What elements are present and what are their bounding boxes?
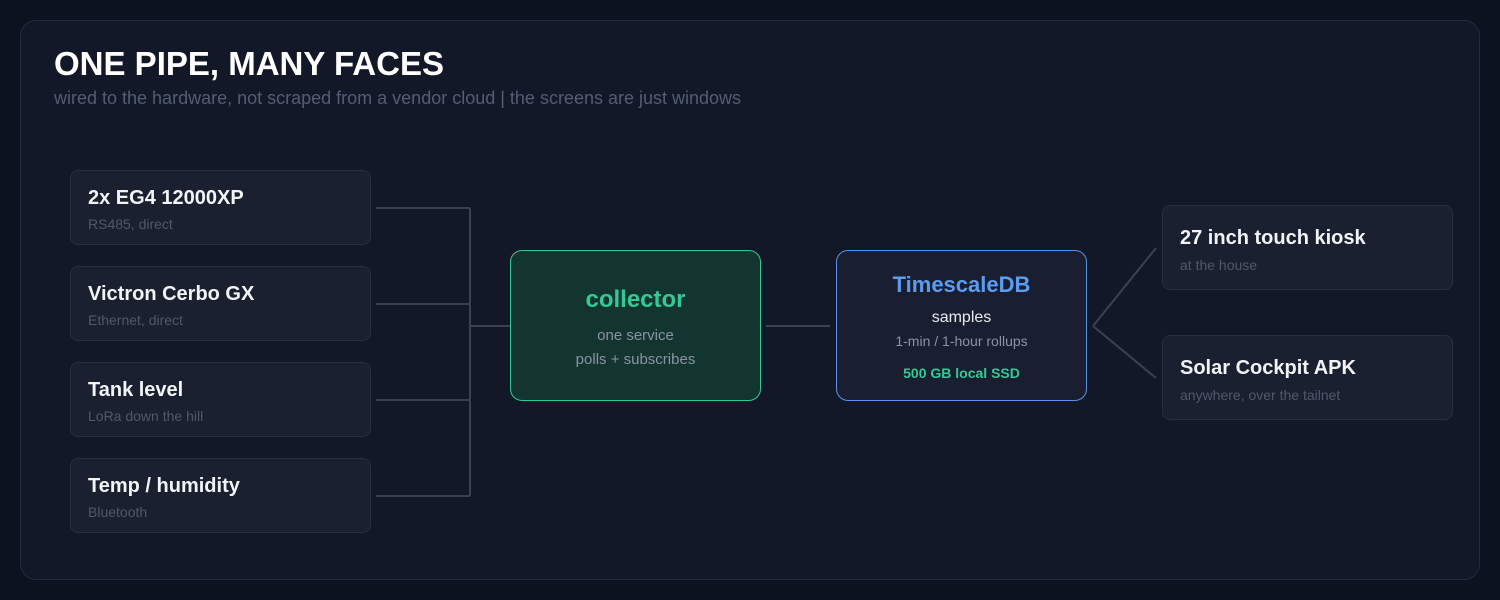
connector-db-to-kiosk (1092, 247, 1157, 327)
source-card-tank: Tank level LoRa down the hill (70, 362, 371, 437)
database-line-2: 1-min / 1-hour rollups (895, 333, 1028, 349)
source-title: Temp / humidity (88, 475, 240, 497)
connector-db-to-apk (1092, 325, 1157, 379)
source-title: Tank level (88, 379, 184, 401)
source-subtitle: LoRa down the hill (88, 408, 204, 424)
output-subtitle: anywhere, over the tailnet (1180, 387, 1341, 403)
collector-line-2: polls + subscribes (575, 351, 696, 368)
source-title: 2x EG4 12000XP (88, 187, 244, 209)
source-card-eg4: 2x EG4 12000XP RS485, direct (70, 170, 371, 245)
database-title: TimescaleDB (892, 272, 1031, 297)
source-title: Victron Cerbo GX (88, 283, 255, 305)
output-title: 27 inch touch kiosk (1180, 227, 1366, 249)
source-subtitle: RS485, direct (88, 216, 173, 232)
output-title: Solar Cockpit APK (1180, 357, 1356, 379)
collector-node: collector one service polls + subscribes (510, 250, 761, 401)
database-node: TimescaleDB samples 1-min / 1-hour rollu… (836, 250, 1087, 401)
database-line-1: samples (931, 309, 992, 326)
collector-title: collector (585, 286, 686, 313)
database-storage: 500 GB local SSD (903, 365, 1020, 381)
source-subtitle: Bluetooth (88, 504, 148, 520)
collector-line-1: one service (597, 327, 674, 344)
output-card-apk: Solar Cockpit APK anywhere, over the tai… (1162, 335, 1453, 420)
source-subtitle: Ethernet, direct (88, 312, 183, 328)
output-card-kiosk: 27 inch touch kiosk at the house (1162, 205, 1453, 290)
source-card-temp: Temp / humidity Bluetooth (70, 458, 371, 533)
output-subtitle: at the house (1180, 257, 1258, 273)
source-card-victron: Victron Cerbo GX Ethernet, direct (70, 266, 371, 341)
